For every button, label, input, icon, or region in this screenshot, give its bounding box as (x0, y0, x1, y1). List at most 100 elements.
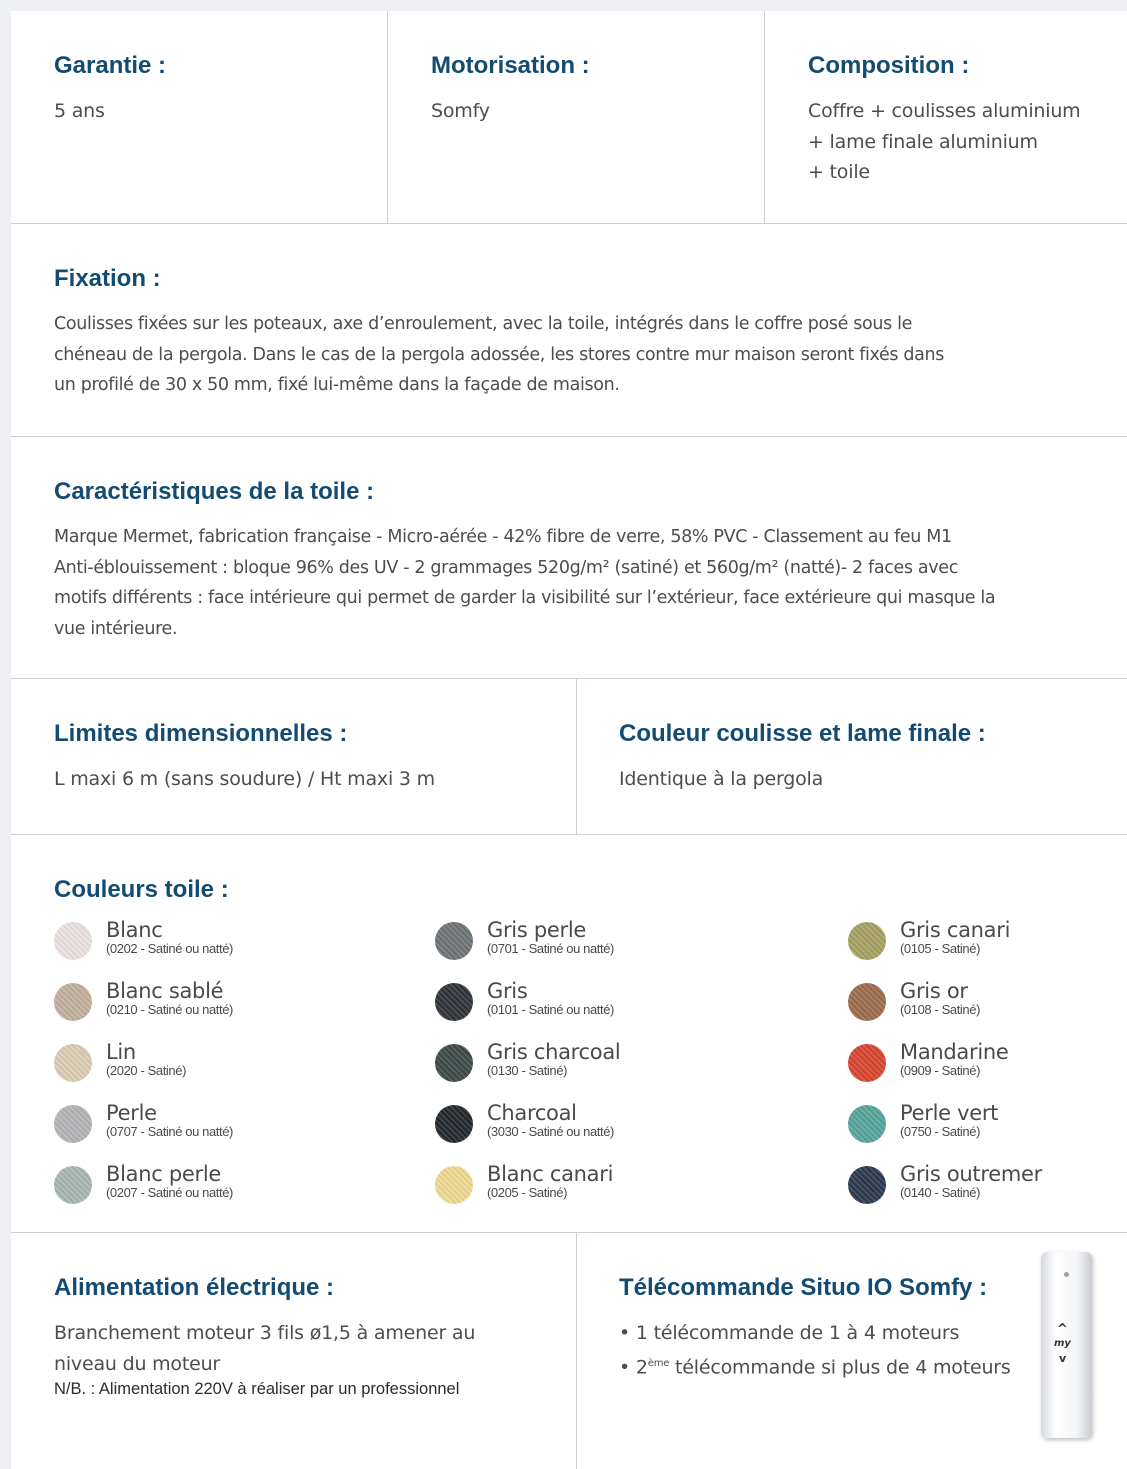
toile-text: Marque Mermet, fabrication française - M… (54, 527, 996, 639)
limites-title: Limites dimensionnelles : (54, 720, 348, 747)
color-swatch (848, 1166, 886, 1204)
composition-title: Composition : (808, 52, 970, 79)
color-swatch (54, 983, 92, 1021)
color-swatch-item: Gris perle (0701 - Satiné ou natté) (435, 919, 614, 960)
color-swatch-text: Gris perle (0701 - Satiné ou natté) (487, 919, 614, 957)
color-code: (0707 - Satiné ou natté) (106, 1124, 233, 1139)
divider (11, 834, 1127, 835)
color-swatch-item: Lin (2020 - Satiné) (54, 1041, 186, 1082)
color-swatch-item: Blanc canari (0205 - Satiné) (435, 1163, 613, 1204)
color-code: (0105 - Satiné) (900, 941, 980, 956)
color-name: Gris or (900, 979, 968, 1003)
color-swatch (54, 1105, 92, 1143)
divider (576, 1233, 577, 1469)
color-name: Gris perle (487, 918, 586, 942)
color-name: Gris outremer (900, 1162, 1042, 1186)
remote-control-image: ^ my v (1041, 1252, 1092, 1438)
color-code: (0210 - Satiné ou natté) (106, 1002, 233, 1017)
color-swatch-item: Gris or (0108 - Satiné) (848, 980, 980, 1021)
couleur-coulisse-block: Couleur coulisse et lame finale : Identi… (619, 719, 1119, 795)
motorisation-text: Somfy (431, 100, 490, 122)
color-swatch-item: Blanc (0202 - Satiné ou natté) (54, 919, 233, 960)
list-item: • 2ème télécommande si plus de 4 moteurs (619, 1349, 1039, 1383)
color-name: Blanc (106, 918, 163, 942)
color-swatch-text: Perle (0707 - Satiné ou natté) (106, 1102, 233, 1140)
divider (11, 436, 1127, 437)
remote-down-icon: v (1059, 1352, 1067, 1365)
garantie-title: Garantie : (54, 52, 167, 79)
color-swatch-item: Mandarine (0909 - Satiné) (848, 1041, 1009, 1082)
limites-block: Limites dimensionnelles : L maxi 6 m (sa… (54, 719, 554, 795)
couleur-coulisse-title: Couleur coulisse et lame finale : (619, 720, 986, 747)
color-swatch-text: Gris canari (0105 - Satiné) (900, 919, 1010, 957)
couleurs-title: Couleurs toile : (54, 876, 229, 903)
color-swatch-item: Gris outremer (0140 - Satiné) (848, 1163, 1042, 1204)
color-code: (0101 - Satiné ou natté) (487, 1002, 614, 1017)
color-name: Blanc sablé (106, 979, 224, 1003)
color-code: (0701 - Satiné ou natté) (487, 941, 614, 956)
divider (387, 11, 388, 224)
color-code: (0205 - Satiné) (487, 1185, 567, 1200)
color-name: Mandarine (900, 1040, 1009, 1064)
color-swatch-text: Blanc sablé (0210 - Satiné ou natté) (106, 980, 233, 1018)
toile-title: Caractéristiques de la toile : (54, 478, 375, 505)
remote-my-icon: my (1054, 1338, 1071, 1349)
color-swatch-item: Charcoal (3030 - Satiné ou natté) (435, 1102, 614, 1143)
list-item-prefix: • 2 (619, 1355, 648, 1378)
color-name: Gris canari (900, 918, 1011, 942)
color-name: Gris charcoal (487, 1040, 621, 1064)
fixation-title: Fixation : (54, 265, 161, 292)
divider (764, 11, 765, 224)
garantie-block: Garantie : 5 ans (54, 51, 374, 127)
color-swatch (54, 922, 92, 960)
color-swatch (848, 983, 886, 1021)
color-swatch-text: Gris (0101 - Satiné ou natté) (487, 980, 614, 1018)
color-swatch (435, 1044, 473, 1082)
color-swatch (54, 1166, 92, 1204)
color-name: Lin (106, 1040, 136, 1064)
motorisation-block: Motorisation : Somfy (431, 51, 751, 127)
color-swatch-item: Perle vert (0750 - Satiné) (848, 1102, 998, 1143)
color-swatch-text: Blanc (0202 - Satiné ou natté) (106, 919, 233, 957)
color-swatch-text: Gris charcoal (0130 - Satiné) (487, 1040, 621, 1079)
color-name: Blanc canari (487, 1162, 614, 1186)
color-swatch (435, 1166, 473, 1204)
remote-led-icon (1064, 1272, 1069, 1277)
color-swatch-item: Blanc perle (0207 - Satiné ou natté) (54, 1163, 233, 1204)
garantie-text: 5 ans (54, 100, 105, 122)
color-swatch (435, 1105, 473, 1143)
color-swatch (848, 1105, 886, 1143)
color-swatch (54, 1044, 92, 1082)
couleurs-block: Couleurs toile : (54, 875, 1114, 905)
color-swatch-text: Perle vert (0750 - Satiné) (900, 1102, 998, 1140)
color-swatch-text: Gris or (0108 - Satiné) (900, 980, 980, 1018)
color-name: Blanc perle (106, 1162, 221, 1186)
color-code: (0909 - Satiné) (900, 1063, 980, 1078)
color-name: Perle vert (900, 1101, 999, 1125)
fixation-text: Coulisses fixées sur les poteaux, axe d’… (54, 314, 945, 395)
color-name: Charcoal (487, 1101, 577, 1125)
divider (11, 678, 1127, 679)
spec-sheet: Garantie : 5 ans Motorisation : Somfy Co… (11, 11, 1127, 1469)
color-name: Gris (487, 979, 528, 1003)
color-swatch-text: Blanc perle (0207 - Satiné ou natté) (106, 1163, 233, 1201)
alimentation-text: Branchement moteur 3 fils ø1,5 à amener … (54, 1322, 476, 1375)
color-code: (2020 - Satiné) (106, 1063, 186, 1078)
color-swatch (848, 922, 886, 960)
fixation-block: Fixation : Coulisses fixées sur les pote… (54, 264, 1114, 401)
alimentation-title: Alimentation électrique : (54, 1274, 335, 1301)
superscript: ème (647, 1357, 670, 1369)
color-swatch-item: Gris canari (0105 - Satiné) (848, 919, 1010, 960)
color-swatch (435, 922, 473, 960)
telecommande-block: Télécommande Situo IO Somfy : • 1 téléco… (619, 1273, 1039, 1382)
limites-text: L maxi 6 m (sans soudure) / Ht maxi 3 m (54, 768, 435, 790)
composition-text: Coffre + coulisses aluminium + lame fina… (808, 100, 1081, 183)
alimentation-note: N/B. : Alimentation 220V à réaliser par … (54, 1380, 460, 1398)
color-code: (0750 - Satiné) (900, 1124, 980, 1139)
remote-up-icon: ^ (1057, 1322, 1068, 1337)
color-swatch-text: Lin (2020 - Satiné) (106, 1041, 186, 1079)
composition-block: Composition : Coffre + coulisses alumini… (808, 51, 1118, 188)
color-swatch-item: Perle (0707 - Satiné ou natté) (54, 1102, 233, 1143)
color-code: (0108 - Satiné) (900, 1002, 980, 1017)
telecommande-list: • 1 télécommande de 1 à 4 moteurs • 2ème… (619, 1318, 1039, 1382)
